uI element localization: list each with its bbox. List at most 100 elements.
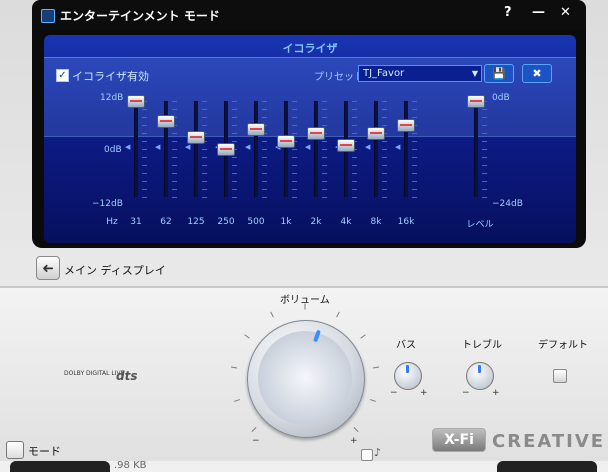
- band-tick: [232, 157, 237, 158]
- band-track[interactable]: [314, 101, 318, 197]
- band-tick: [352, 189, 357, 190]
- level-label: レベル: [466, 220, 494, 230]
- taskbar-tab-right: [497, 461, 597, 472]
- band-tick: [382, 189, 387, 190]
- band-tick: [292, 189, 297, 190]
- band-tick: [382, 101, 387, 102]
- bass-knob[interactable]: [394, 362, 422, 390]
- back-button[interactable]: ➜: [36, 256, 60, 280]
- band-tick: [262, 189, 267, 190]
- band-tick: [262, 181, 267, 182]
- band-tick: [382, 141, 387, 142]
- equalizer-enable-checkbox[interactable]: ✓: [56, 69, 69, 82]
- band-tick: [382, 109, 387, 110]
- band-tick: [382, 149, 387, 150]
- band-tick: [232, 181, 237, 182]
- band-tick: [412, 181, 417, 182]
- band-tick: [322, 101, 327, 102]
- band-tick: [412, 197, 417, 198]
- band-tick: [352, 133, 357, 134]
- save-preset-button[interactable]: 💾: [484, 64, 514, 83]
- band-track[interactable]: [134, 101, 138, 197]
- band-slider-knob[interactable]: [187, 131, 205, 144]
- band-tick: [262, 109, 267, 110]
- band-slider-knob[interactable]: [307, 127, 325, 140]
- band-tick: [292, 109, 297, 110]
- band-tick: [382, 181, 387, 182]
- band-tick: [352, 125, 357, 126]
- band-tick: [412, 173, 417, 174]
- band-tick: [172, 109, 177, 110]
- mode-icon[interactable]: [6, 441, 24, 459]
- band-tick: [232, 117, 237, 118]
- band-tick: [142, 197, 147, 198]
- band-label: 4k: [340, 217, 352, 227]
- band-track[interactable]: [404, 101, 408, 197]
- band-label: 1k: [280, 217, 292, 227]
- band-tick: [352, 181, 357, 182]
- level-track[interactable]: [474, 101, 478, 197]
- band-tick: [292, 181, 297, 182]
- preset-select[interactable]: TJ_Favor ▼: [358, 65, 482, 82]
- band-track[interactable]: [194, 101, 198, 197]
- band-tick: [172, 173, 177, 174]
- band-tick: [142, 117, 147, 118]
- mode-label[interactable]: モード: [28, 443, 61, 459]
- band-slider-knob[interactable]: [337, 139, 355, 152]
- treble-minus: −: [462, 388, 470, 398]
- band-slider-knob[interactable]: [157, 115, 175, 128]
- band-label: 500: [247, 217, 265, 227]
- band-tick: [232, 173, 237, 174]
- arrow-left-icon: ➜: [42, 260, 54, 276]
- minimize-button[interactable]: —: [532, 5, 545, 20]
- band-tick: [232, 197, 237, 198]
- delete-preset-button[interactable]: ✖: [522, 64, 552, 83]
- band-tick: [172, 141, 177, 142]
- level-slider-knob[interactable]: [467, 95, 485, 108]
- band-slider-knob[interactable]: [397, 119, 415, 132]
- preset-label: プリセット: [314, 72, 364, 83]
- treble-label: トレブル: [462, 340, 502, 351]
- default-button[interactable]: [553, 369, 567, 383]
- band-slider-knob[interactable]: [247, 123, 265, 136]
- band-tick: [202, 181, 207, 182]
- speaker-icon: ♪: [374, 446, 382, 459]
- mute-button[interactable]: [361, 449, 373, 461]
- band-tick: [382, 117, 387, 118]
- band-tick: [322, 125, 327, 126]
- band-slider-knob[interactable]: [127, 95, 145, 108]
- band-tick: [232, 101, 237, 102]
- band-track[interactable]: [374, 101, 378, 197]
- main-display-label[interactable]: メイン ディスプレイ: [64, 262, 166, 278]
- band-label: 16k: [397, 217, 415, 227]
- file-size-text: .98 KB: [114, 460, 147, 471]
- band-tick: [322, 173, 327, 174]
- level-top-label: 0dB: [492, 93, 510, 103]
- band-tick: [382, 165, 387, 166]
- app-window: エンターテインメント モード ? — ✕ イコライザ ✓ イコライザ有効 プリセ…: [0, 0, 608, 472]
- band-tick: [322, 117, 327, 118]
- volume-plus: +: [350, 436, 358, 446]
- band-slider-knob[interactable]: [217, 143, 235, 156]
- taskbar-tab: [10, 461, 110, 472]
- band-tick: [172, 197, 177, 198]
- band-track[interactable]: [284, 101, 288, 197]
- delete-icon: ✖: [532, 67, 542, 80]
- close-button[interactable]: ✕: [560, 5, 571, 20]
- band-label: 62: [160, 217, 172, 227]
- level-tick: [482, 117, 487, 118]
- band-slider-knob[interactable]: [367, 127, 385, 140]
- band-tick: [232, 125, 237, 126]
- band-tick: [322, 165, 327, 166]
- band-tick: [172, 157, 177, 158]
- band-tick: [142, 133, 147, 134]
- volume-minus: −: [252, 436, 260, 446]
- bass-plus: +: [420, 388, 428, 398]
- band-tick: [262, 197, 267, 198]
- treble-knob[interactable]: [466, 362, 494, 390]
- band-tick: [382, 125, 387, 126]
- band-slider-knob[interactable]: [277, 135, 295, 148]
- help-button[interactable]: ?: [504, 5, 512, 20]
- band-label: 31: [130, 217, 142, 227]
- band-track[interactable]: [254, 101, 258, 197]
